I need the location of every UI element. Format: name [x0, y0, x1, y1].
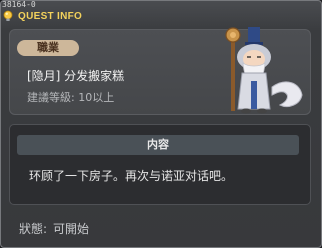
quest-level-requirement: 建議等級: 10以上: [27, 91, 115, 104]
quest-id: 38164-0: [2, 0, 36, 9]
status-label: 狀態:: [19, 222, 48, 236]
window-title-bar[interactable]: QUEST INFO: [2, 9, 82, 23]
content-header: 内容: [17, 135, 299, 155]
lightbulb-icon: [3, 10, 13, 21]
quest-description: 环顾了一下房子。再次与诺亚对话吧。: [29, 169, 234, 183]
quest-name: [隐月] 分发搬家糕: [27, 69, 125, 83]
quest-status: 狀態: 可開始: [19, 220, 95, 237]
npc-elder-portrait: [225, 27, 303, 114]
status-value: 可開始: [53, 222, 90, 236]
quest-category-badge: 職業: [17, 40, 79, 56]
window-title: QUEST INFO: [18, 10, 83, 22]
